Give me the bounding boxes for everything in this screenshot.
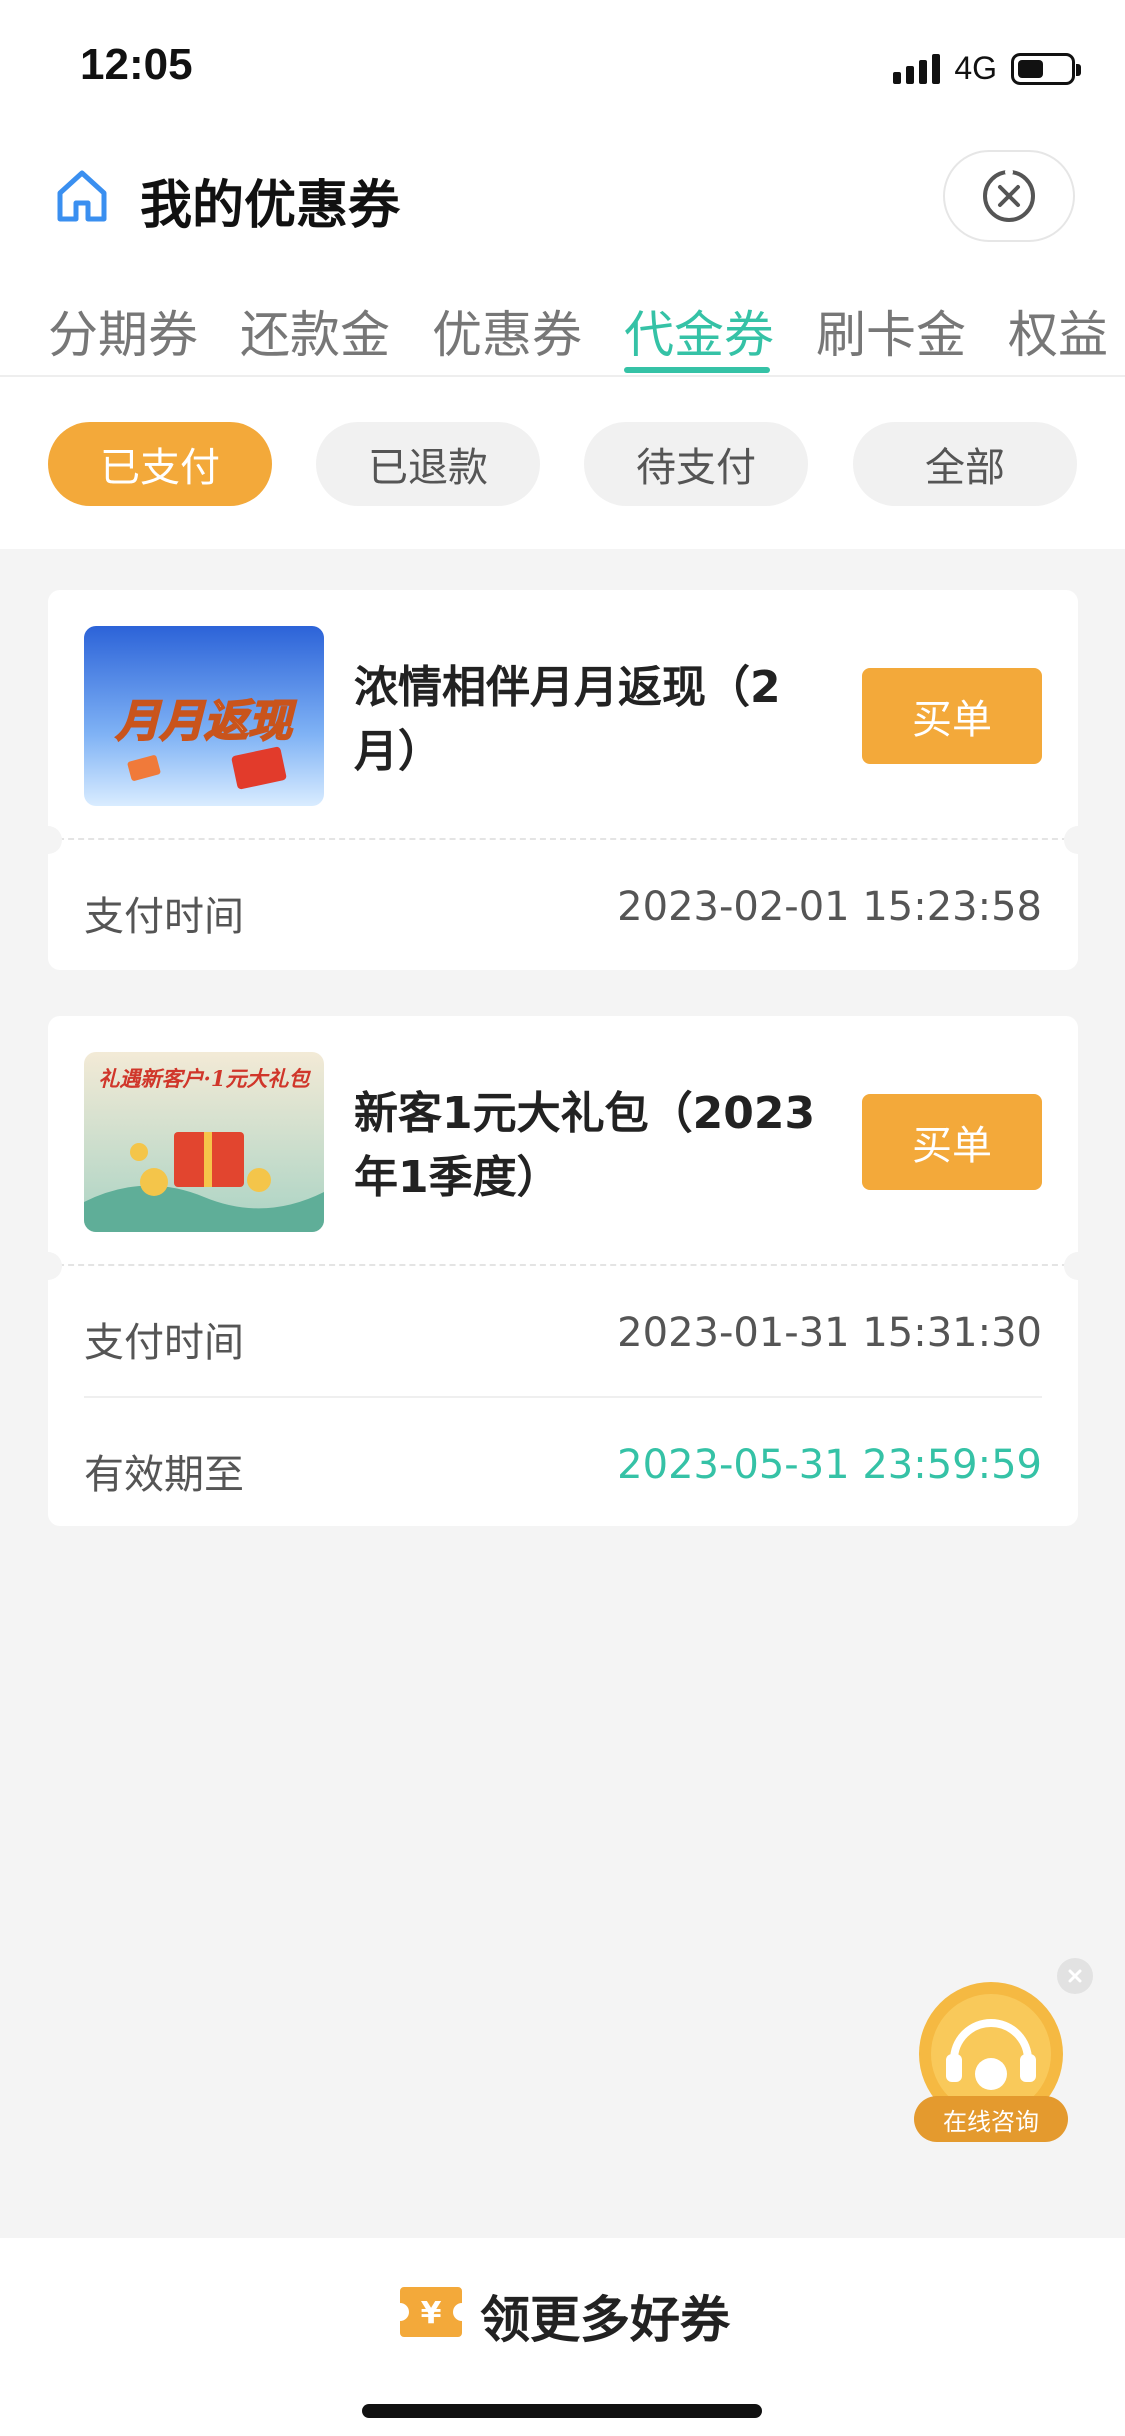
tab-benefits[interactable]: 权益 [1008, 295, 1108, 367]
info-row-payment-time: 支付时间 2023-02-01 15:23:58 [84, 840, 1042, 970]
buy-button[interactable]: 买单 [862, 1094, 1042, 1190]
filter-paid[interactable]: 已支付 [48, 422, 272, 506]
tab-discount[interactable]: 优惠券 [432, 295, 582, 367]
row-label: 支付时间 [84, 894, 244, 940]
filter-bar: 已支付 已退款 待支付 全部 [0, 377, 1125, 549]
close-icon [1068, 1969, 1082, 1983]
more-coupons-link[interactable]: 领更多好券 [480, 2280, 730, 2352]
voucher-title: 浓情相伴月月返现（2月） [354, 662, 781, 777]
bottom-bar: ¥ 领更多好券 [0, 2238, 1125, 2436]
coupon-icon: ¥ [400, 2287, 462, 2337]
row-value: 2023-02-01 15:23:58 [617, 884, 1042, 930]
row-value: 2023-05-31 23:59:59 [617, 1442, 1042, 1488]
page-title: 我的优惠券 [140, 176, 401, 236]
filter-pending[interactable]: 待支付 [584, 422, 808, 506]
page-header: 我的优惠券 [0, 135, 1125, 255]
row-label: 有效期至 [84, 1452, 244, 1498]
tab-card-cash[interactable]: 刷卡金 [816, 295, 966, 367]
network-type: 4G [954, 50, 997, 86]
tab-bar: 分期券 还款金 优惠券 代金券 刷卡金 权益 [0, 255, 1125, 377]
close-icon [983, 168, 1035, 222]
tab-repayment[interactable]: 还款金 [240, 295, 390, 367]
status-time: 12:05 [80, 40, 193, 89]
home-icon[interactable] [52, 165, 112, 225]
buy-button[interactable]: 买单 [862, 668, 1042, 764]
status-indicators: 4G [893, 50, 1081, 87]
tab-installment[interactable]: 分期券 [48, 295, 198, 367]
voucher-card[interactable]: 礼遇新客户·1元大礼包 新客1元大礼包（2023年1季度） 买单 支付时间 20… [34, 1016, 1092, 1526]
tab-voucher[interactable]: 代金券 [624, 295, 774, 367]
thumbnail-text: 月月返现 [115, 696, 297, 747]
battery-icon [1011, 52, 1081, 85]
close-button[interactable] [943, 150, 1075, 242]
info-row-expiry: 有效期至 2023-05-31 23:59:59 [84, 1396, 1042, 1526]
consult-label: 在线咨询 [914, 2096, 1068, 2142]
voucher-thumbnail: 月月返现 [84, 626, 324, 806]
thumbnail-text: 礼遇新客户·1元大礼包 [99, 1066, 312, 1091]
filter-refunded[interactable]: 已退款 [316, 422, 540, 506]
svg-text:¥: ¥ [421, 2296, 442, 2331]
row-value: 2023-01-31 15:31:30 [617, 1310, 1042, 1356]
info-row-payment-time: 支付时间 2023-01-31 15:31:30 [84, 1266, 1042, 1396]
home-indicator [362, 2404, 762, 2418]
row-label: 支付时间 [84, 1320, 244, 1366]
voucher-thumbnail: 礼遇新客户·1元大礼包 [84, 1052, 324, 1232]
voucher-card[interactable]: 月月返现 浓情相伴月月返现（2月） 买单 支付时间 2023-02-01 15:… [34, 590, 1092, 970]
filter-all[interactable]: 全部 [853, 422, 1077, 506]
online-consult-button[interactable]: 在线咨询 [914, 1982, 1068, 2152]
status-bar: 12:05 4G [0, 0, 1125, 135]
tab-active-indicator [624, 367, 770, 373]
signal-icon [893, 53, 941, 84]
voucher-title: 新客1元大礼包（2023年1季度） [354, 1088, 816, 1203]
